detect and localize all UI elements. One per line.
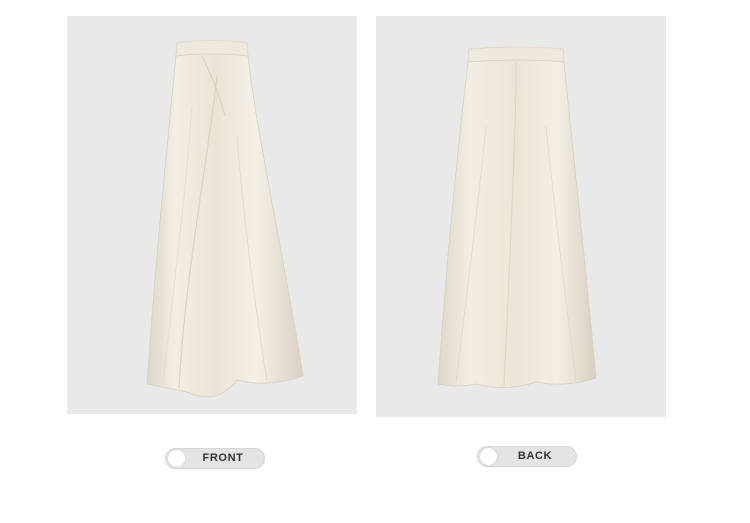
- front-view-photo: [67, 16, 357, 414]
- front-view-label: FRONT: [165, 448, 265, 469]
- radio-dot-icon: [480, 448, 497, 465]
- front-label-text: FRONT: [202, 452, 244, 464]
- skirt-front-image: [67, 16, 357, 414]
- radio-dot-icon: [168, 450, 185, 467]
- back-view-photo: [376, 16, 666, 417]
- skirt-back-image: [376, 16, 666, 417]
- back-label-text: BACK: [517, 450, 553, 462]
- back-view-label: BACK: [477, 446, 577, 467]
